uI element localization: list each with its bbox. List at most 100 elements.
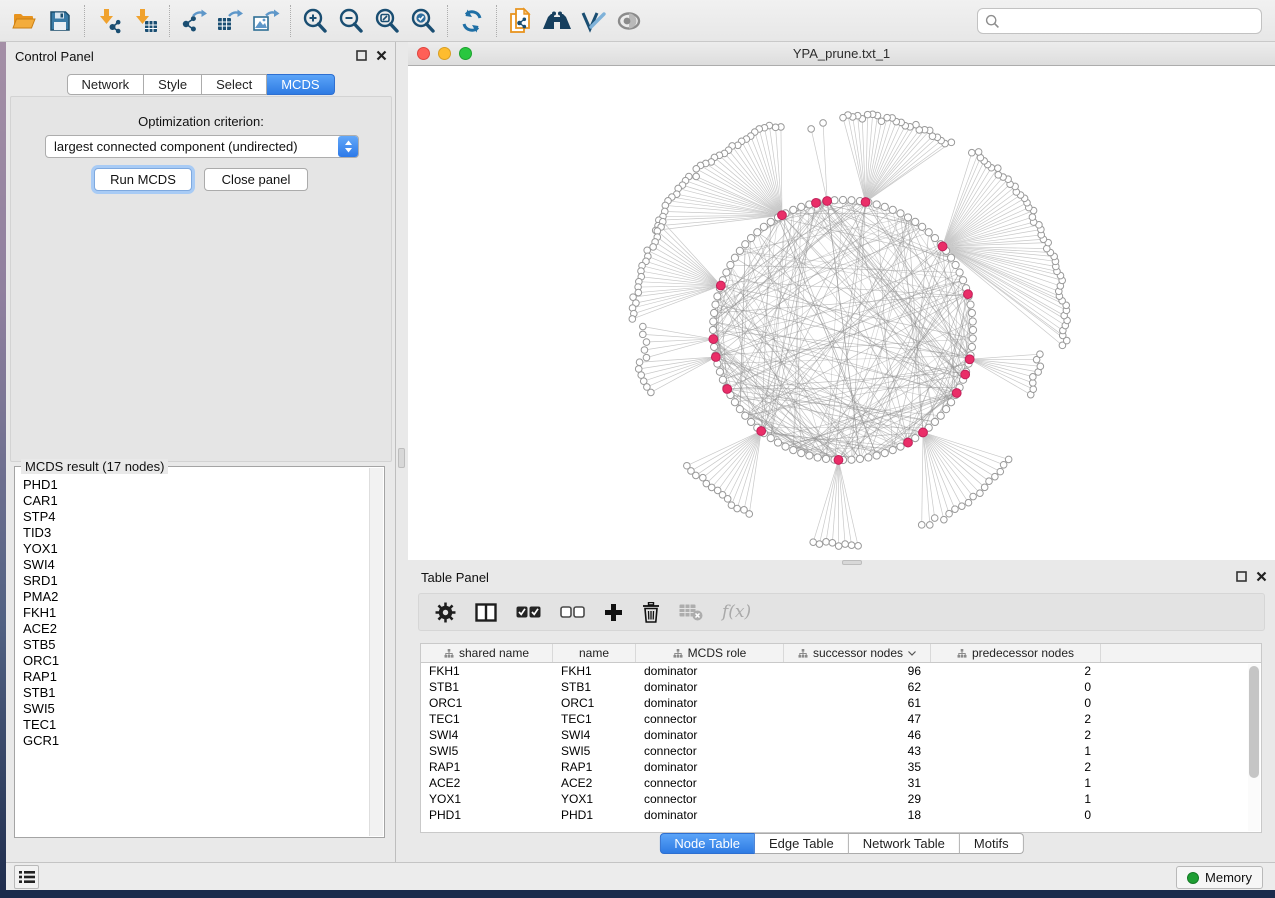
select-all-columns-icon[interactable] <box>516 606 541 618</box>
column-header-shared-name[interactable]: shared name <box>421 644 553 662</box>
float-panel-icon[interactable] <box>356 50 367 61</box>
show-columns-icon[interactable] <box>475 603 497 622</box>
desktop-wallpaper-bottom <box>0 890 1275 898</box>
tab-edge-table[interactable]: Edge Table <box>755 833 849 854</box>
list-item[interactable]: PHD1 <box>23 477 369 493</box>
zoom-fit-icon[interactable] <box>369 3 405 39</box>
task-history-button[interactable] <box>14 865 39 889</box>
splitter-grip[interactable] <box>398 448 405 468</box>
mcds-options-panel: Optimization criterion: largest connecte… <box>10 96 392 462</box>
table-row[interactable]: ACE2ACE2connector311 <box>421 775 1248 791</box>
list-item[interactable]: SWI4 <box>23 557 369 573</box>
column-header-successor-nodes[interactable]: successor nodes <box>784 644 931 662</box>
tab-network-table[interactable]: Network Table <box>849 833 960 854</box>
table-tabs: Node Table Edge Table Network Table Moti… <box>659 833 1023 854</box>
table-scrollbar-thumb[interactable] <box>1249 666 1259 778</box>
list-item[interactable]: ACE2 <box>23 621 369 637</box>
table-row[interactable]: RAP1RAP1dominator352 <box>421 759 1248 775</box>
network-search-field[interactable] <box>977 8 1262 34</box>
run-mcds-button[interactable]: Run MCDS <box>94 168 192 191</box>
function-builder-icon[interactable]: f(x) <box>722 602 751 622</box>
main-toolbar <box>0 0 1275 42</box>
sort-chevron-icon <box>908 651 916 656</box>
close-panel-icon[interactable] <box>1256 571 1267 582</box>
add-column-icon[interactable] <box>604 603 623 622</box>
list-item[interactable]: GCR1 <box>23 733 369 749</box>
list-item[interactable]: SWI5 <box>23 701 369 717</box>
table-scrollbar[interactable] <box>1248 664 1260 831</box>
export-table-icon[interactable] <box>212 3 248 39</box>
column-header-mcds-role[interactable]: MCDS role <box>636 644 784 662</box>
tab-style[interactable]: Style <box>144 74 202 95</box>
column-header-predecessor-nodes[interactable]: predecessor nodes <box>931 644 1101 662</box>
node-table-header: shared name name MCDS role successor nod… <box>421 644 1261 663</box>
refresh-icon[interactable] <box>454 3 490 39</box>
network-titlebar[interactable]: YPA_prune.txt_1 <box>408 42 1275 66</box>
list-item[interactable]: TEC1 <box>23 717 369 733</box>
table-row[interactable]: SWI5SWI5connector431 <box>421 743 1248 759</box>
table-row[interactable]: ORC1ORC1dominator610 <box>421 695 1248 711</box>
vertical-splitter[interactable] <box>396 42 408 862</box>
list-icon <box>19 870 35 884</box>
search-network-icon[interactable] <box>539 3 575 39</box>
delete-table-icon[interactable] <box>679 604 703 621</box>
list-item[interactable]: STB5 <box>23 637 369 653</box>
list-item[interactable]: CAR1 <box>23 493 369 509</box>
criterion-dropdown[interactable]: largest connected component (undirected) <box>45 135 359 158</box>
list-item[interactable]: PMA2 <box>23 589 369 605</box>
float-panel-icon[interactable] <box>1236 571 1247 582</box>
table-row[interactable]: SWI4SWI4dominator462 <box>421 727 1248 743</box>
zoom-out-icon[interactable] <box>333 3 369 39</box>
table-settings-gear-icon[interactable] <box>435 602 456 623</box>
table-row[interactable]: YOX1YOX1connector291 <box>421 791 1248 807</box>
memory-button[interactable]: Memory <box>1176 866 1263 889</box>
import-table-icon[interactable] <box>127 3 163 39</box>
show-hide-icon[interactable] <box>611 3 647 39</box>
mcds-result-box: MCDS result (17 nodes) PHD1CAR1STP4TID3Y… <box>14 466 385 838</box>
clone-network-icon[interactable] <box>503 3 539 39</box>
node-table-body[interactable]: FKH1FKH1dominator962STB1STB1dominator620… <box>421 663 1248 832</box>
list-item[interactable]: ORC1 <box>23 653 369 669</box>
network-canvas[interactable] <box>408 66 1275 560</box>
list-item[interactable]: STB1 <box>23 685 369 701</box>
column-header-name[interactable]: name <box>553 644 636 662</box>
dropdown-stepper-icon <box>338 136 358 157</box>
table-panel: Table Panel f(x) shared name name <box>408 565 1275 858</box>
close-panel-icon[interactable] <box>376 50 387 61</box>
zoom-selected-icon[interactable] <box>405 3 441 39</box>
optimization-criterion-label: Optimization criterion: <box>11 114 391 129</box>
tab-select[interactable]: Select <box>202 74 267 95</box>
import-network-icon[interactable] <box>91 3 127 39</box>
list-item[interactable]: STP4 <box>23 509 369 525</box>
list-item[interactable]: YOX1 <box>23 541 369 557</box>
style-preview-icon[interactable] <box>575 3 611 39</box>
tab-network[interactable]: Network <box>66 74 144 95</box>
save-session-icon[interactable] <box>42 3 78 39</box>
column-type-icon <box>798 649 808 658</box>
mcds-result-list[interactable]: PHD1CAR1STP4TID3YOX1SWI4SRD1PMA2FKH1ACE2… <box>16 475 369 836</box>
tab-node-table[interactable]: Node Table <box>659 833 755 854</box>
list-item[interactable]: FKH1 <box>23 605 369 621</box>
memory-status-icon <box>1187 872 1199 884</box>
export-image-icon[interactable] <box>248 3 284 39</box>
search-input[interactable] <box>1000 11 1261 31</box>
delete-column-icon[interactable] <box>642 602 660 623</box>
open-file-icon[interactable] <box>6 3 42 39</box>
list-item[interactable]: RAP1 <box>23 669 369 685</box>
deselect-all-columns-icon[interactable] <box>560 606 585 618</box>
app-window: Control Panel Network Style Select MCDS … <box>0 0 1275 898</box>
network-title: YPA_prune.txt_1 <box>408 46 1275 61</box>
table-row[interactable]: FKH1FKH1dominator962 <box>421 663 1248 679</box>
list-item[interactable]: TID3 <box>23 525 369 541</box>
tab-mcds[interactable]: MCDS <box>267 74 334 95</box>
table-row[interactable]: STB1STB1dominator620 <box>421 679 1248 695</box>
close-panel-button[interactable]: Close panel <box>204 168 308 191</box>
table-row[interactable]: PHD1PHD1dominator180 <box>421 807 1248 823</box>
export-network-icon[interactable] <box>176 3 212 39</box>
tab-motifs[interactable]: Motifs <box>960 833 1024 854</box>
mcds-result-title: MCDS result (17 nodes) <box>21 459 168 474</box>
zoom-in-icon[interactable] <box>297 3 333 39</box>
mcds-result-scrollbar[interactable] <box>369 468 383 836</box>
list-item[interactable]: SRD1 <box>23 573 369 589</box>
table-row[interactable]: TEC1TEC1connector472 <box>421 711 1248 727</box>
